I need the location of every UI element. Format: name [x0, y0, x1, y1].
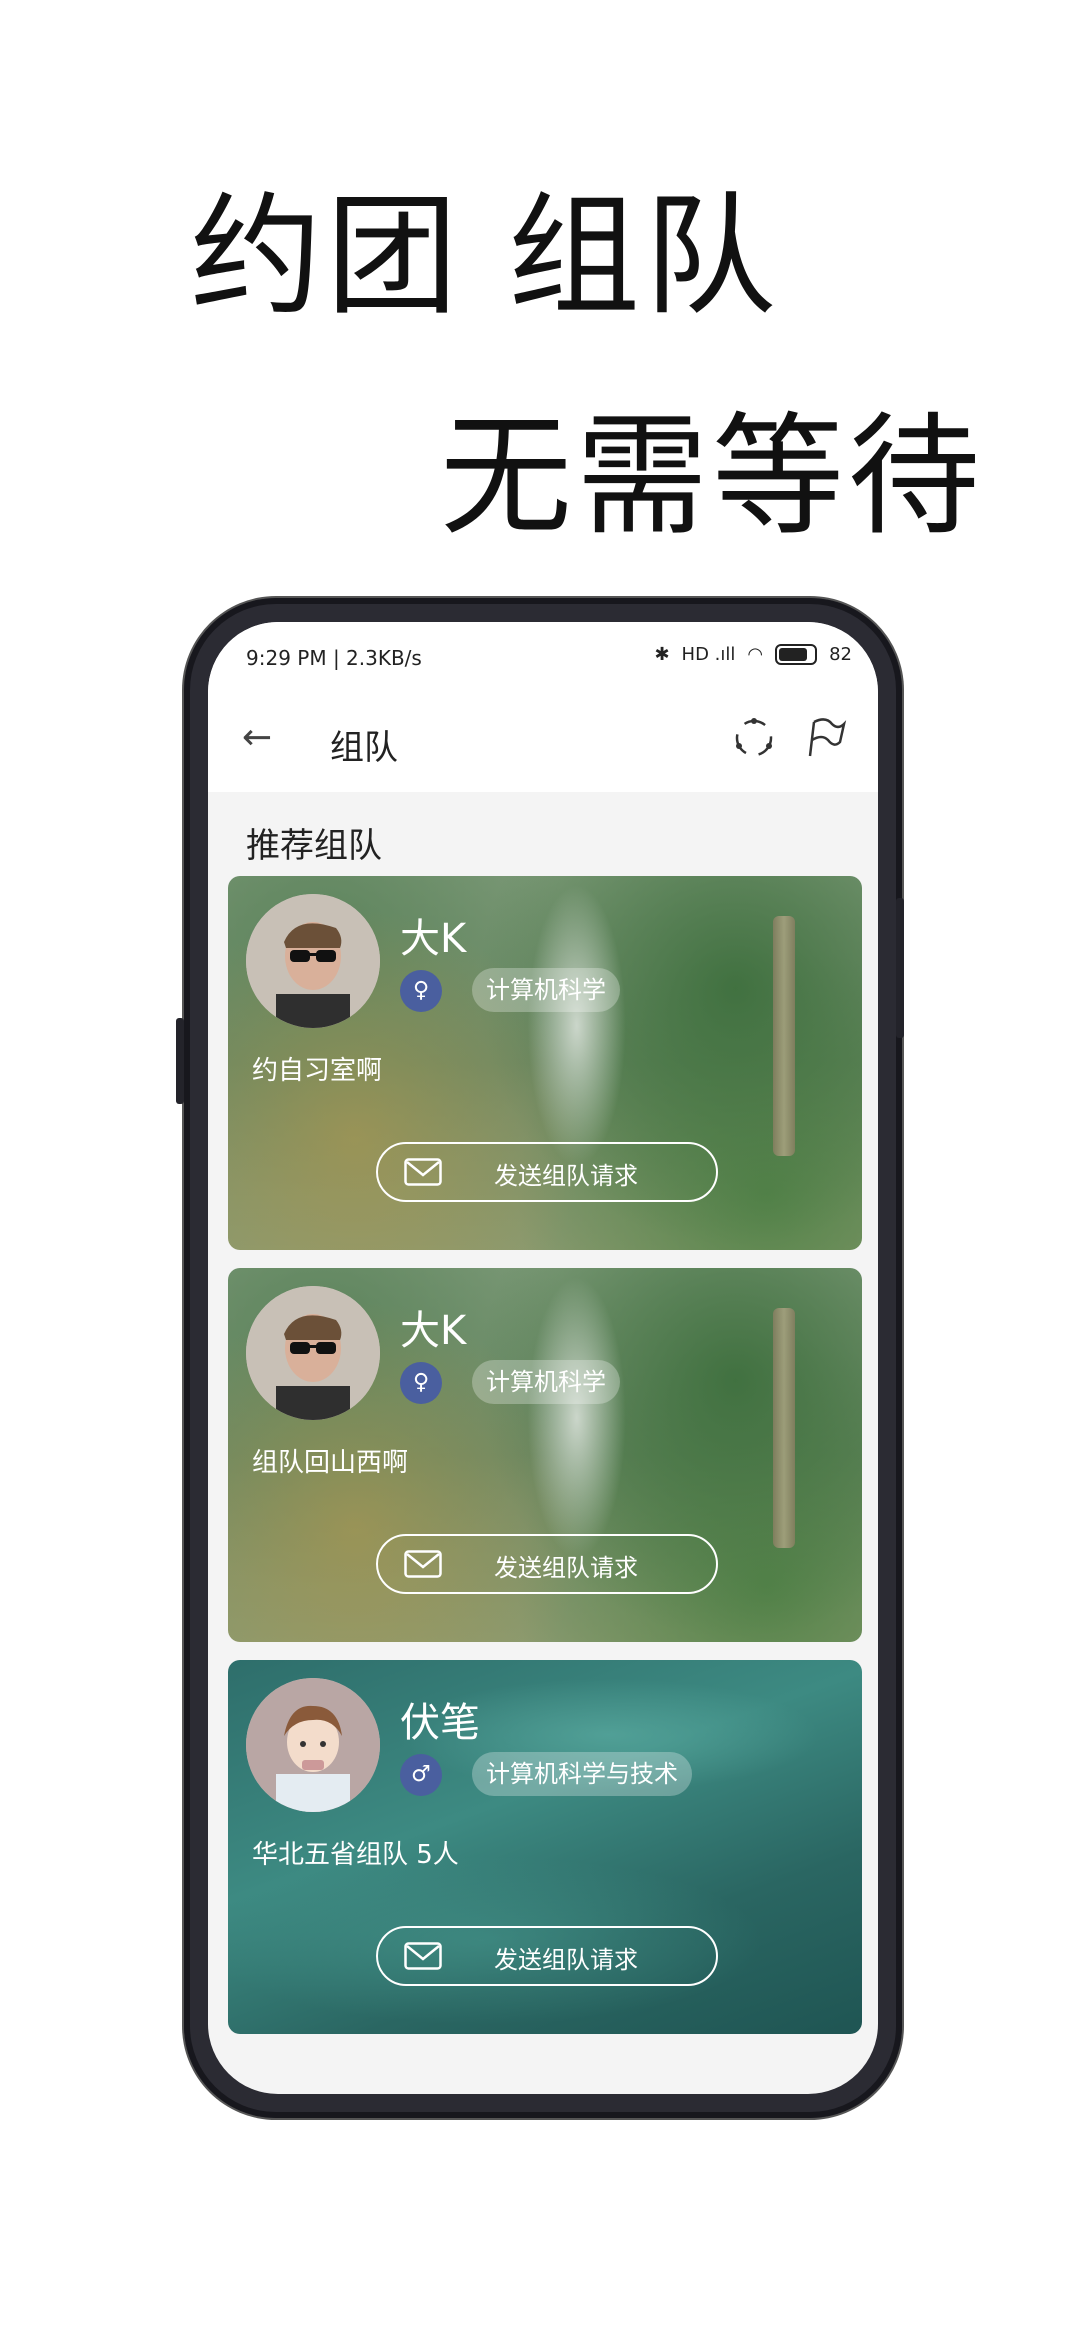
avatar[interactable] — [246, 894, 380, 1028]
flag-icon[interactable] — [802, 714, 848, 760]
power-button — [896, 898, 904, 1038]
battery-level: 82 — [829, 644, 852, 665]
status-time: 9:29 PM | 2.3KB/s — [246, 646, 422, 670]
volume-button — [176, 1018, 184, 1104]
send-button-label: 发送组队请求 — [494, 1162, 638, 1190]
page-title: 组队 — [330, 728, 398, 768]
back-arrow-icon[interactable]: ← — [242, 716, 286, 760]
promo-line-1: 约团 组队 — [190, 180, 780, 334]
app-bar: ← 组队 — [208, 686, 878, 792]
female-icon: ♀ — [400, 970, 442, 1012]
major-tag: 计算机科学与技术 — [472, 1752, 692, 1796]
member-name: 大K — [400, 1308, 467, 1354]
team-card[interactable]: 大K ♀ 计算机科学 组队回山西啊 发送组队请求 — [228, 1268, 862, 1642]
female-icon: ♀ — [400, 1362, 442, 1404]
refresh-icon[interactable] — [732, 716, 776, 760]
avatar[interactable] — [246, 1678, 380, 1812]
team-description: 华北五省组队 5人 — [252, 1840, 459, 1870]
member-name: 伏笔 — [400, 1700, 480, 1746]
bluetooth-icon: ✱ — [654, 644, 670, 665]
major-tag: 计算机科学 — [472, 968, 620, 1012]
member-name: 大K — [400, 916, 467, 962]
mail-icon — [404, 1158, 442, 1186]
signal-icon: HD .ıll — [681, 644, 736, 665]
wifi-icon: ◠ — [747, 644, 764, 665]
male-icon: ♂ — [400, 1754, 442, 1796]
battery-icon — [775, 644, 818, 665]
mail-icon — [404, 1550, 442, 1578]
avatar[interactable] — [246, 1286, 380, 1420]
team-card[interactable]: 伏笔 ♂ 计算机科学与技术 华北五省组队 5人 发送组队请求 — [228, 1660, 862, 2034]
team-card[interactable]: 大K ♀ 计算机科学 约自习室啊 发送组队请求 — [228, 876, 862, 1250]
send-button-label: 发送组队请求 — [494, 1946, 638, 1974]
phone-frame: 9:29 PM | 2.3KB/s ✱ HD .ıll ◠ 82 ← 组队 推荐… — [176, 598, 904, 2118]
mail-icon — [404, 1942, 442, 1970]
major-tag: 计算机科学 — [472, 1360, 620, 1404]
status-icons: ✱ HD .ıll ◠ 82 — [654, 644, 852, 665]
team-description: 组队回山西啊 — [252, 1448, 409, 1478]
send-team-request-button[interactable]: 发送组队请求 — [376, 1926, 718, 1986]
promo-line-2: 无需等待 — [440, 400, 984, 554]
send-button-label: 发送组队请求 — [494, 1554, 638, 1582]
status-bar: 9:29 PM | 2.3KB/s ✱ HD .ıll ◠ 82 — [208, 622, 878, 686]
section-title: 推荐组队 — [246, 826, 382, 866]
team-description: 约自习室啊 — [252, 1056, 383, 1086]
send-team-request-button[interactable]: 发送组队请求 — [376, 1142, 718, 1202]
phone-screen: 9:29 PM | 2.3KB/s ✱ HD .ıll ◠ 82 ← 组队 推荐… — [208, 622, 878, 2094]
send-team-request-button[interactable]: 发送组队请求 — [376, 1534, 718, 1594]
